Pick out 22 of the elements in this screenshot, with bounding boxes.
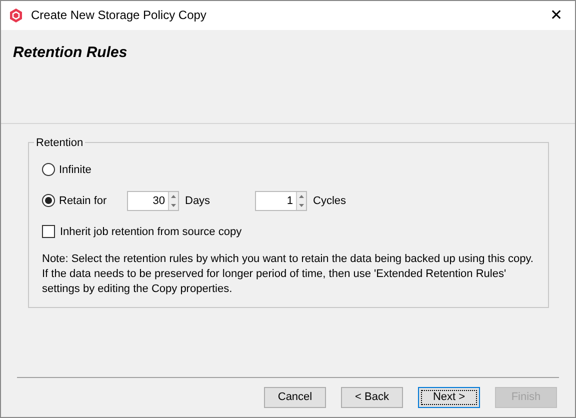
radio-button[interactable] (42, 194, 55, 208)
page-title: Retention Rules (13, 44, 128, 62)
window-title: Create New Storage Policy Copy (31, 7, 208, 24)
down-arrow-icon[interactable] (299, 204, 304, 207)
unit-label: Cycles (313, 194, 346, 209)
spinner-control[interactable]: 30 (127, 190, 179, 211)
up-arrow-icon[interactable] (299, 194, 304, 198)
radio-label[interactable]: Retain for (59, 192, 127, 210)
wizard-button[interactable]: < Back (341, 386, 403, 408)
app-logo-icon (9, 8, 23, 23)
up-arrow-icon[interactable] (171, 194, 176, 198)
checkbox-label[interactable]: Inherit job retention from source copy (60, 224, 242, 240)
spinner-control[interactable]: 1 (255, 190, 307, 211)
wizard-button[interactable]: Cancel (264, 386, 326, 408)
close-button[interactable]: ✕ (546, 8, 567, 23)
wizard-button[interactable]: Next > (418, 386, 480, 408)
unit-label: Days (185, 194, 212, 209)
inherit-checkbox[interactable] (42, 225, 55, 238)
note-text: Note: Select the retention rules by which you want to retain the data being backed up using this copy. If the data needs to be preserved for longer period of time, then use 'Extended Retention Rules' settings by editing the Copy properties. (42, 252, 534, 297)
down-arrow-icon[interactable] (171, 204, 176, 207)
radio-label[interactable]: Infinite (59, 162, 92, 178)
radio-button[interactable] (42, 163, 55, 176)
